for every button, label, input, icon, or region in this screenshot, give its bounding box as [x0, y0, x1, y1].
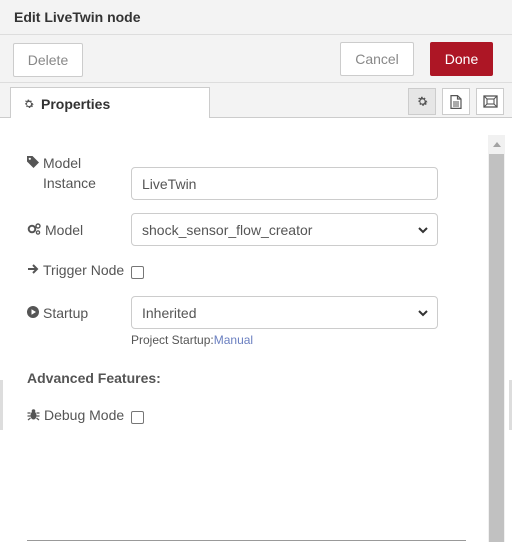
- model-select-value: shock_sensor_flow_creator: [142, 221, 313, 238]
- arrow-right-icon: [28, 264, 39, 274]
- play-circle-icon: [27, 306, 39, 318]
- bug-icon: [27, 409, 40, 421]
- model-select[interactable]: shock_sensor_flow_creator: [131, 213, 438, 246]
- debug-mode-checkbox[interactable]: [131, 411, 144, 424]
- tray-toolbar: Delete Cancel Done: [0, 35, 512, 83]
- tabs-bar: Properties: [0, 83, 512, 119]
- chevron-down-icon: [418, 310, 428, 317]
- model-label: Model: [27, 220, 83, 240]
- gear-icon: [24, 99, 34, 108]
- scroll-thumb[interactable]: [489, 154, 504, 542]
- startup-select-value: Inherited: [142, 304, 197, 321]
- gear-icon: [417, 96, 428, 106]
- tab-properties-label: Properties: [41, 95, 111, 112]
- resize-handle-left[interactable]: [0, 380, 3, 430]
- delete-button[interactable]: Delete: [13, 43, 83, 77]
- scroll-up-button[interactable]: [488, 135, 505, 153]
- tab-properties[interactable]: Properties: [10, 87, 210, 119]
- appearance-tab[interactable]: [476, 88, 504, 115]
- cancel-button[interactable]: Cancel: [340, 42, 414, 76]
- trigger-node-label: Trigger Node: [27, 260, 124, 280]
- model-instance-input[interactable]: [131, 167, 438, 200]
- project-startup-link[interactable]: Manual: [214, 333, 253, 347]
- project-startup-hint: Project Startup:Manual: [131, 333, 253, 347]
- startup-select[interactable]: Inherited: [131, 296, 438, 329]
- done-button[interactable]: Done: [430, 42, 493, 76]
- tag-icon: [27, 156, 39, 168]
- debug-mode-label: Debug Mode: [27, 405, 124, 425]
- chevron-down-icon: [418, 227, 428, 234]
- frame-icon: [482, 95, 498, 108]
- divider: [27, 540, 466, 541]
- trigger-node-checkbox[interactable]: [131, 266, 144, 279]
- tray-title: Edit LiveTwin node: [14, 9, 141, 25]
- description-tab[interactable]: [442, 88, 470, 115]
- document-icon: [450, 94, 462, 109]
- advanced-features-heading: Advanced Features:: [27, 370, 161, 386]
- cogs-icon: [27, 223, 41, 235]
- node-settings-tab[interactable]: [408, 88, 436, 115]
- tray-header: Edit LiveTwin node: [0, 0, 512, 35]
- project-startup-prefix: Project Startup:: [131, 333, 214, 347]
- scrollbar[interactable]: [488, 135, 505, 542]
- model-instance-label: Model Instance: [27, 153, 123, 193]
- triangle-up-icon: [492, 141, 501, 147]
- startup-label: Startup: [27, 303, 88, 323]
